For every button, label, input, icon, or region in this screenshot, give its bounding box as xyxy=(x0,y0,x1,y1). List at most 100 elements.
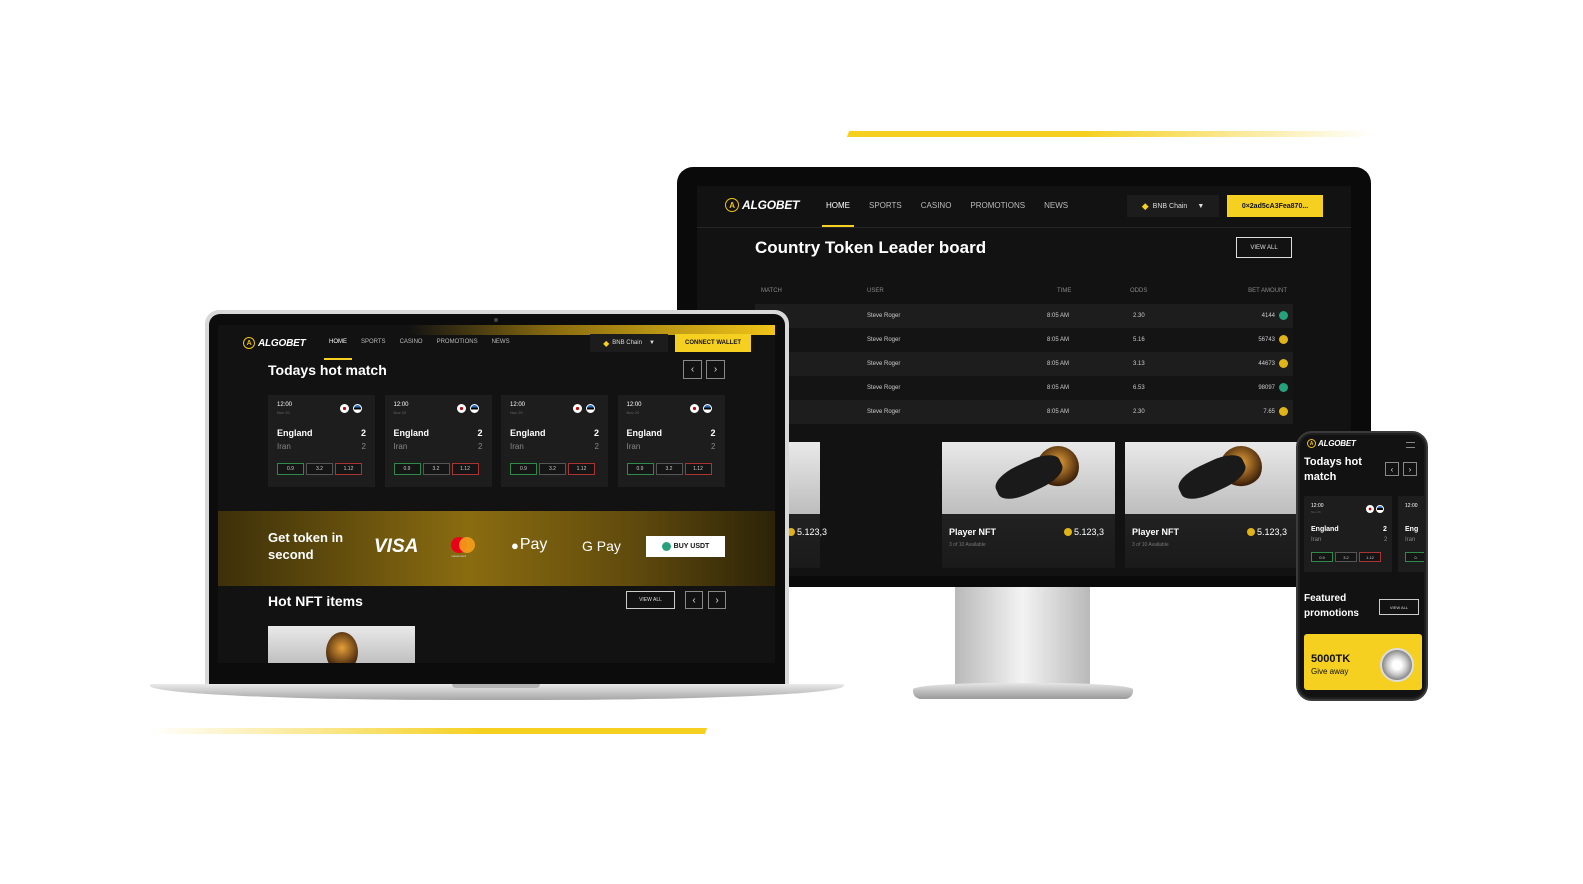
nav-news[interactable]: NEWS xyxy=(1044,201,1068,210)
score-home: 2 xyxy=(593,428,599,438)
table-row[interactable]: Steve Roger 8:05 AM 2.30 7.65 xyxy=(755,400,1293,424)
brand-name: ALGOBET xyxy=(1318,439,1356,448)
promo-card[interactable]: 5000TK Give away xyxy=(1304,634,1422,690)
brand-logo[interactable]: A ALGOBET xyxy=(725,198,799,212)
google-pay-logo: G Pay xyxy=(582,538,621,554)
row-time: 8:05 AM xyxy=(1047,313,1070,319)
score-home: 2 xyxy=(360,428,366,438)
team-home: England xyxy=(277,428,313,438)
promo-subtitle: Give away xyxy=(1311,667,1349,676)
mobile-prev-button[interactable]: ‹ xyxy=(1385,462,1399,476)
match-time: 12:00 xyxy=(1405,503,1418,509)
apple-pay-label: Pay xyxy=(519,536,548,553)
mobile-next-button[interactable]: › xyxy=(1403,462,1417,476)
mobile-match-card-partial[interactable]: 12:00 Eng Iran 0. xyxy=(1398,496,1424,572)
hot-nft-title: Hot NFT items xyxy=(268,593,363,609)
mastercard-orange-circle xyxy=(459,537,475,553)
nft-price: 5.123,3 xyxy=(797,527,828,537)
header-divider xyxy=(697,227,1351,228)
odd-button[interactable]: 3.2 xyxy=(1335,552,1357,562)
phone-screen: A ALGOBET Todays hot match ‹ › 12:00 Nov… xyxy=(1300,435,1424,697)
nft-preview-card[interactable] xyxy=(268,626,415,663)
monitor-stand xyxy=(955,585,1090,685)
nav-news[interactable]: NEWS xyxy=(492,339,510,345)
odd-button[interactable]: 0.9 xyxy=(1311,552,1333,562)
estonia-flag-icon xyxy=(469,404,479,413)
nft-next-button[interactable]: › xyxy=(708,591,726,609)
odd-button[interactable]: 0.9 xyxy=(393,463,421,475)
monitor-screen: A ALGOBET HOME SPORTS CASINO PROMOTIONS … xyxy=(697,186,1351,576)
brand-logo[interactable]: A ALGOBET xyxy=(243,337,306,349)
match-card[interactable]: 12:00 Nov 20 England 2 Iran 2 0.9 3.2 1.12 xyxy=(268,395,375,487)
score-away: 2 xyxy=(478,442,483,451)
leaderboard-title: Country Token Leader board xyxy=(755,238,987,257)
match-time: 12:00 xyxy=(277,402,293,408)
odd-button[interactable]: 3.2 xyxy=(422,463,450,475)
nft-card[interactable]: Player NFT 3 of 10 Available 5.123,3 xyxy=(1125,442,1298,568)
nav-home[interactable]: HOME xyxy=(826,201,850,210)
bnb-icon: ◆ xyxy=(1141,200,1149,211)
estonia-flag-icon xyxy=(586,404,595,413)
odd-button[interactable]: 0.9 xyxy=(510,463,537,475)
mastercard-wordmark: mastercard xyxy=(451,554,467,558)
odd-button[interactable]: 1.12 xyxy=(335,463,362,475)
odd-button[interactable]: 1.12 xyxy=(1359,552,1381,562)
england-flag-icon xyxy=(1366,505,1374,513)
buy-usdt-button[interactable]: BUY USDT xyxy=(646,536,725,557)
odd-button[interactable]: 0.9 xyxy=(277,463,304,475)
promotions-view-all-button[interactable]: VIEW ALL xyxy=(1379,599,1419,615)
nav-promotions[interactable]: PROMOTIONS xyxy=(970,201,1025,210)
match-card[interactable]: 12:00 Nov 20 England 2 Iran 2 0.9 3.2 1.12 xyxy=(384,395,492,487)
row-amount: 4144 xyxy=(1261,313,1275,319)
nft-view-all-button[interactable]: VIEW ALL xyxy=(626,591,675,609)
nav-casino[interactable]: CASINO xyxy=(400,339,423,345)
table-row[interactable]: Steve Roger 8:05 AM 3.13 44673 xyxy=(755,352,1293,376)
nav-home[interactable]: HOME xyxy=(329,339,347,345)
next-arrow-button[interactable]: › xyxy=(706,360,725,379)
chain-selector[interactable]: ◆ BNB Chain ▼ xyxy=(590,334,668,352)
nft-prev-button[interactable]: ‹ xyxy=(685,591,703,609)
odd-button[interactable]: 3.2 xyxy=(306,463,333,475)
table-row[interactable]: Steve Roger 8:05 AM 5.16 56743 xyxy=(755,328,1293,352)
table-row[interactable]: Steve Roger 8:05 AM 6.53 98097 xyxy=(755,376,1293,400)
table-row[interactable]: Steve Roger 8:05 AM 2.30 4144 xyxy=(755,304,1293,328)
chain-label: BNB Chain xyxy=(612,340,642,346)
odd-button[interactable]: 1.12 xyxy=(451,463,479,475)
odd-button[interactable]: 3.2 xyxy=(655,463,683,475)
bnb-icon: ◆ xyxy=(603,338,610,348)
wallet-address-button[interactable]: 0×2ad5cA3Fea870... xyxy=(1227,195,1323,217)
brand-name: ALGOBET xyxy=(742,198,800,212)
odd-button[interactable]: 0.9 xyxy=(626,463,654,475)
odd-button[interactable]: 1.12 xyxy=(568,463,595,475)
odd-button[interactable]: 3.2 xyxy=(539,463,566,475)
hamburger-menu-icon[interactable] xyxy=(1406,442,1415,448)
nft-card[interactable]: Player NFT 3 of 10 Available 5.123,3 xyxy=(942,442,1115,568)
team-away: Iran xyxy=(626,442,641,451)
connect-wallet-button[interactable]: CONNECT WALLET xyxy=(675,334,751,352)
table-header: MATCH USER TIME ODDS BET AMOUNT xyxy=(755,288,1293,304)
row-amount: 44673 xyxy=(1258,361,1275,367)
match-card[interactable]: 12:00 Nov 20 England 2 Iran 2 0.9 3.2 1.12 xyxy=(501,395,608,487)
brand-logo[interactable]: A ALGOBET xyxy=(1307,439,1356,448)
nav-sports[interactable]: SPORTS xyxy=(869,201,902,210)
row-user: Steve Roger xyxy=(867,337,901,343)
mobile-match-card[interactable]: 12:00 Nov 20 England 2 Iran 2 0.9 3.2 1.… xyxy=(1304,496,1392,572)
score-away: 2 xyxy=(594,442,599,451)
row-odds: 2.30 xyxy=(1133,313,1145,319)
decor-stroke-top xyxy=(846,131,1375,137)
gold-coin-icon xyxy=(1279,335,1288,344)
nav-sports[interactable]: SPORTS xyxy=(361,339,386,345)
prev-arrow-button[interactable]: ‹ xyxy=(683,360,702,379)
nav-promotions[interactable]: PROMOTIONS xyxy=(437,339,478,345)
nav-casino[interactable]: CASINO xyxy=(921,201,952,210)
match-card[interactable]: 12:00 Nov 20 England 2 Iran 2 0.9 3.2 1.12 xyxy=(617,395,725,487)
odds-row: 0.9 3.2 1.12 xyxy=(393,463,479,475)
leaderboard-view-all-button[interactable]: VIEW ALL xyxy=(1236,237,1292,258)
logo-icon: A xyxy=(725,198,739,212)
odd-button[interactable]: 1.12 xyxy=(684,463,712,475)
team-home: Eng xyxy=(1405,526,1419,533)
odd-button[interactable]: 0. xyxy=(1405,552,1424,562)
chain-selector[interactable]: ◆ BNB Chain ▼ xyxy=(1127,195,1219,217)
match-date: Nov 20 xyxy=(626,410,640,415)
col-amount: BET AMOUNT xyxy=(1248,288,1287,294)
